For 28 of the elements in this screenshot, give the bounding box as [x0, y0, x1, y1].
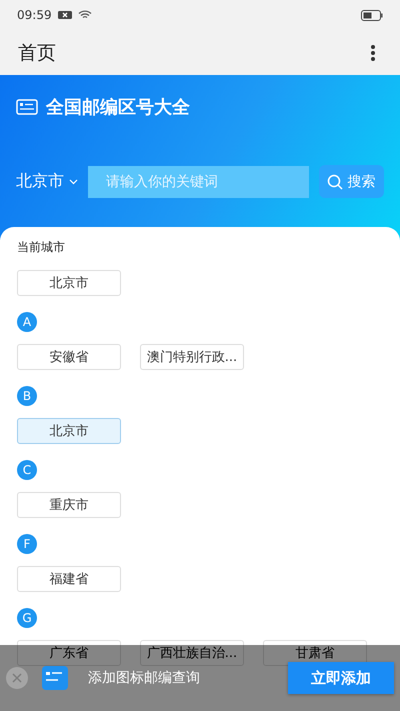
- search-icon: [327, 174, 344, 190]
- section-label: 当前城市: [17, 239, 65, 256]
- city-chip[interactable]: 重庆市: [17, 492, 121, 518]
- city-selector[interactable]: 北京市: [16, 171, 88, 192]
- postcode-card-icon: [16, 99, 38, 115]
- more-icon[interactable]: [370, 44, 376, 62]
- banner-text: 添加图标邮编查询: [88, 669, 200, 687]
- letter-badge: A: [17, 312, 37, 332]
- letter-badge: G: [17, 608, 37, 628]
- notification-icon: [58, 10, 72, 20]
- page-title: 首页: [18, 40, 56, 66]
- wifi-icon: [78, 10, 92, 20]
- letter-badge: B: [17, 386, 37, 406]
- city-chip[interactable]: 福建省: [17, 566, 121, 592]
- search-field[interactable]: 请输入你的关键词: [88, 166, 309, 198]
- city-chip[interactable]: 广西壮族自治...: [140, 640, 244, 666]
- app-icon: [42, 666, 68, 690]
- city-chip[interactable]: 澳门特别行政...: [140, 344, 244, 370]
- letter-badge: F: [17, 534, 37, 554]
- city-chip[interactable]: 北京市: [17, 418, 121, 444]
- city-chip[interactable]: 北京市: [17, 270, 121, 296]
- city-chip[interactable]: 安徽省: [17, 344, 121, 370]
- status-time: 09:59: [17, 8, 52, 22]
- battery-icon: [361, 10, 383, 20]
- app-title: 全国邮编区号大全: [46, 96, 190, 119]
- chevron-down-icon: [69, 178, 78, 184]
- letter-badge: C: [17, 460, 37, 480]
- city-chip[interactable]: 广东省: [17, 640, 121, 666]
